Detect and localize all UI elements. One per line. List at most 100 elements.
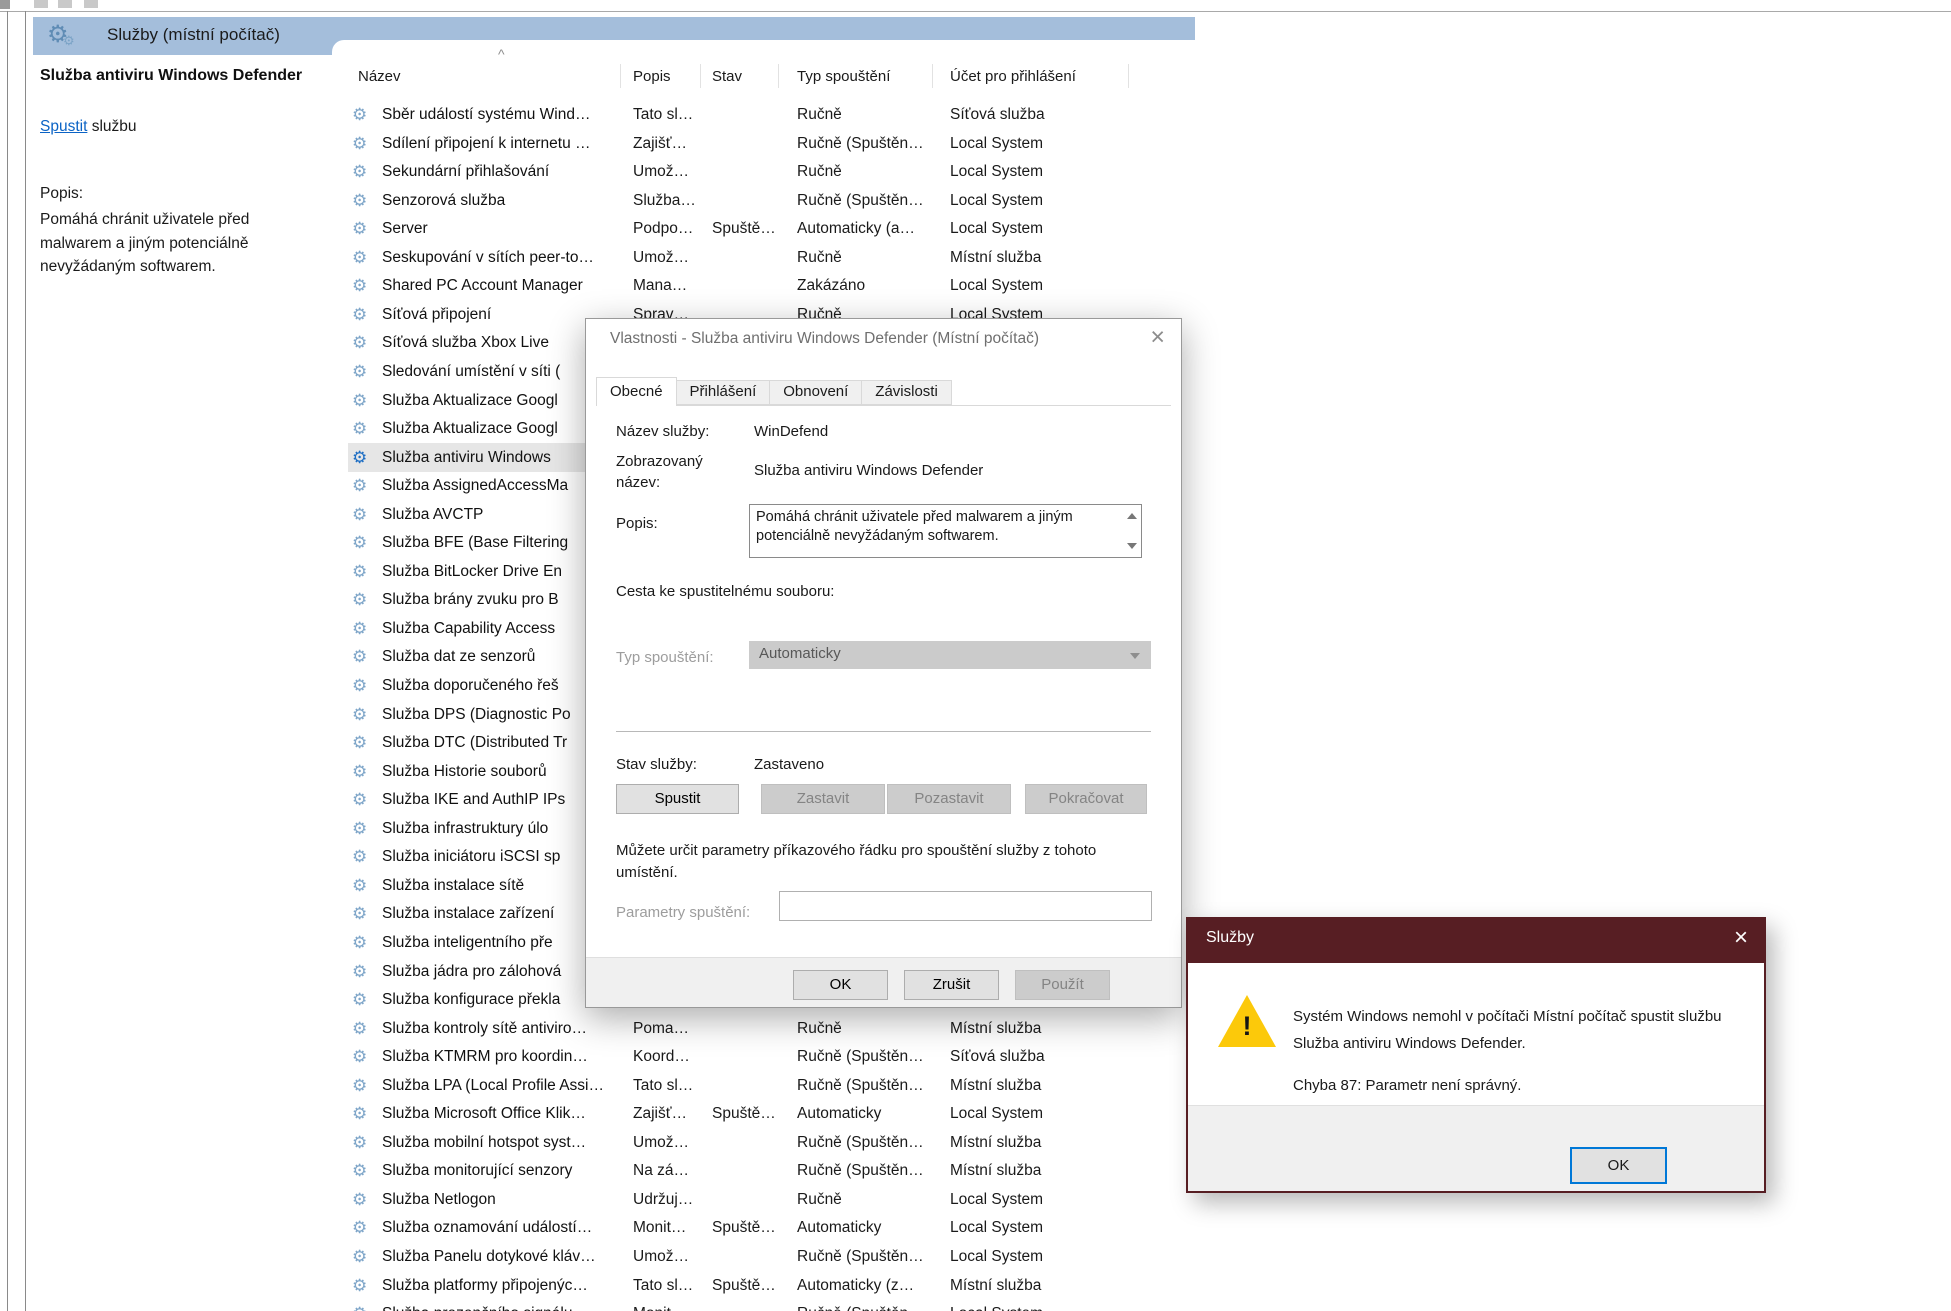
- table-row[interactable]: ⚙ServerPodpo…Spuště…Automaticky (a…Local…: [332, 214, 1195, 243]
- table-row[interactable]: ⚙Sdílení připojení k internetu …Zajišť…R…: [332, 129, 1195, 158]
- task-pane: Služba antiviru Windows Defender Spustit…: [26, 55, 332, 1311]
- column-header[interactable]: Popis: [633, 68, 671, 85]
- cell-name: Server: [382, 214, 428, 243]
- startup-type-value: Automaticky: [759, 645, 841, 662]
- cell-name: Služba IKE and AuthIP IPs: [382, 785, 565, 814]
- table-row[interactable]: ⚙Sekundární přihlašováníUmož…RučněLocal …: [332, 157, 1195, 186]
- cell-account: Local System: [950, 1299, 1043, 1311]
- tab-obecné[interactable]: Obecné: [596, 377, 677, 406]
- tab-přihlášení[interactable]: Přihlášení: [677, 380, 771, 405]
- start-service-link[interactable]: Spustit: [40, 118, 87, 135]
- cell-name: Sběr událostí systému Wind…: [382, 100, 590, 129]
- table-row[interactable]: ⚙Služba Microsoft Office Klik…Zajišť…Spu…: [332, 1099, 1195, 1128]
- service-gear-icon: ⚙: [352, 1156, 367, 1185]
- cell-name: Služba kontroly sítě antiviro…: [382, 1014, 587, 1043]
- cell-startup: Ručně: [797, 100, 842, 129]
- table-row[interactable]: ⚙Služba oznamování událostí…Monit…Spuště…: [332, 1213, 1195, 1242]
- table-row[interactable]: ⚙Služba NetlogonUdržuj…RučněLocal System: [332, 1185, 1195, 1214]
- start-button[interactable]: Spustit: [616, 784, 739, 814]
- table-row[interactable]: ⚙Služba platformy připojenýc…Tato sl…Spu…: [332, 1271, 1195, 1300]
- cell-startup: Ručně (Spuštěn…: [797, 1071, 924, 1100]
- cell-name: Služba prezenčního signálu …: [382, 1299, 592, 1311]
- cell-name: Služba platformy připojenýc…: [382, 1271, 588, 1300]
- service-gear-icon: ⚙: [352, 243, 367, 272]
- service-gear-icon: ⚙: [352, 1014, 367, 1043]
- tab-závislosti[interactable]: Závislosti: [862, 380, 952, 405]
- cell-name: Seskupování v sítích peer-to…: [382, 243, 594, 272]
- table-row[interactable]: ⚙Služba mobilní hotspot syst…Umož…Ručně …: [332, 1128, 1195, 1157]
- service-gear-icon: ⚙: [352, 1071, 367, 1100]
- cell-name: Služba antiviru Windows: [382, 443, 551, 472]
- column-header[interactable]: Název: [358, 68, 401, 85]
- cell-startup: Ručně (Spuštěn…: [797, 129, 924, 158]
- cell-account: Local System: [950, 1242, 1043, 1271]
- cell-name: Síťová služba Xbox Live: [382, 328, 549, 357]
- column-separator[interactable]: [932, 64, 933, 88]
- apply-button[interactable]: Použít: [1015, 970, 1110, 1000]
- sort-ascending-icon[interactable]: ^: [498, 46, 505, 62]
- cell-startup: Automaticky: [797, 1213, 881, 1242]
- cell-desc: Na zá…: [633, 1156, 689, 1185]
- cell-name: Sledování umístění v síti (: [382, 357, 560, 386]
- column-header[interactable]: Stav: [712, 68, 742, 85]
- service-gear-icon: ⚙: [352, 871, 367, 900]
- cell-name: Služba AVCTP: [382, 500, 483, 529]
- cell-startup: Ručně: [797, 157, 842, 186]
- window-divider: [0, 11, 1951, 12]
- start-params-input[interactable]: [779, 891, 1152, 921]
- cell-desc: Poma…: [633, 1014, 689, 1043]
- table-row[interactable]: ⚙Služba LPA (Local Profile Assi…Tato sl……: [332, 1071, 1195, 1100]
- stop-button[interactable]: Zastavit: [761, 784, 885, 814]
- table-row[interactable]: ⚙Služba kontroly sítě antiviro…Poma…Ručn…: [332, 1014, 1195, 1043]
- cell-name: Služba oznamování událostí…: [382, 1213, 592, 1242]
- ok-button[interactable]: OK: [793, 970, 888, 1000]
- cell-name: Služba Netlogon: [382, 1185, 496, 1214]
- table-row[interactable]: ⚙Shared PC Account ManagerMana…ZakázánoL…: [332, 271, 1195, 300]
- scroll-down-icon[interactable]: [1127, 543, 1137, 549]
- resume-button[interactable]: Pokračovat: [1025, 784, 1147, 814]
- service-gear-icon: ⚙: [352, 528, 367, 557]
- table-row[interactable]: ⚙Služba prezenčního signálu …Monit…Ručně…: [332, 1299, 1195, 1311]
- close-icon[interactable]: ×: [1734, 924, 1748, 952]
- cell-desc: Umož…: [633, 1128, 689, 1157]
- close-icon[interactable]: ×: [1150, 323, 1165, 351]
- column-separator[interactable]: [620, 64, 621, 88]
- tab-obnovení[interactable]: Obnovení: [770, 380, 862, 405]
- start-params-label: Parametry spuštění:: [616, 904, 750, 921]
- service-gear-icon: ⚙: [352, 1185, 367, 1214]
- column-separator[interactable]: [700, 64, 701, 88]
- cell-name: Služba AssignedAccessMa: [382, 471, 568, 500]
- cancel-button[interactable]: Zrušit: [904, 970, 999, 1000]
- service-gear-icon: ⚙: [352, 557, 367, 586]
- table-row[interactable]: ⚙Služba Panelu dotykové kláv…Umož…Ručně …: [332, 1242, 1195, 1271]
- column-header[interactable]: Účet pro přihlášení: [950, 68, 1076, 85]
- error-code-line: Chyba 87: Parametr není správný.: [1293, 1077, 1521, 1094]
- cell-desc: Služba…: [633, 186, 696, 215]
- service-gear-icon: ⚙: [352, 842, 367, 871]
- error-ok-button[interactable]: OK: [1570, 1147, 1667, 1184]
- cell-account: Local System: [950, 1213, 1043, 1242]
- cell-name: Služba dat ze senzorů: [382, 642, 535, 671]
- table-row[interactable]: ⚙Služba KTMRM pro koordin…Koord…Ručně (S…: [332, 1042, 1195, 1071]
- cell-name: Služba Historie souborů: [382, 757, 547, 786]
- pause-button[interactable]: Pozastavit: [887, 784, 1011, 814]
- table-row[interactable]: ⚙Sběr událostí systému Wind…Tato sl…Ručn…: [332, 100, 1195, 129]
- scroll-up-icon[interactable]: [1127, 513, 1137, 519]
- error-titlebar: Služby ×: [1188, 919, 1764, 963]
- column-separator[interactable]: [778, 64, 779, 88]
- error-title: Služby: [1206, 929, 1254, 947]
- column-separator[interactable]: [1128, 64, 1129, 88]
- description-textbox[interactable]: Pomáhá chránit uživatele před malwarem a…: [749, 504, 1142, 558]
- service-gear-icon: ⚙: [352, 814, 367, 843]
- cell-account: Local System: [950, 214, 1043, 243]
- table-row[interactable]: ⚙Senzorová službaSlužba…Ručně (Spuštěn…L…: [332, 186, 1195, 215]
- cell-startup: Automaticky (a…: [797, 214, 915, 243]
- pane-divider-left: [7, 11, 8, 1311]
- table-row[interactable]: ⚙Seskupování v sítích peer-to…Umož…Ručně…: [332, 243, 1195, 272]
- column-header[interactable]: Typ spouštění: [797, 68, 890, 85]
- service-gear-icon: ⚙: [352, 1242, 367, 1271]
- display-name-value: Služba antiviru Windows Defender: [754, 462, 983, 479]
- cell-account: Místní služba: [950, 1156, 1041, 1185]
- cell-name: Služba BFE (Base Filtering: [382, 528, 568, 557]
- table-row[interactable]: ⚙Služba monitorující senzoryNa zá…Ručně …: [332, 1156, 1195, 1185]
